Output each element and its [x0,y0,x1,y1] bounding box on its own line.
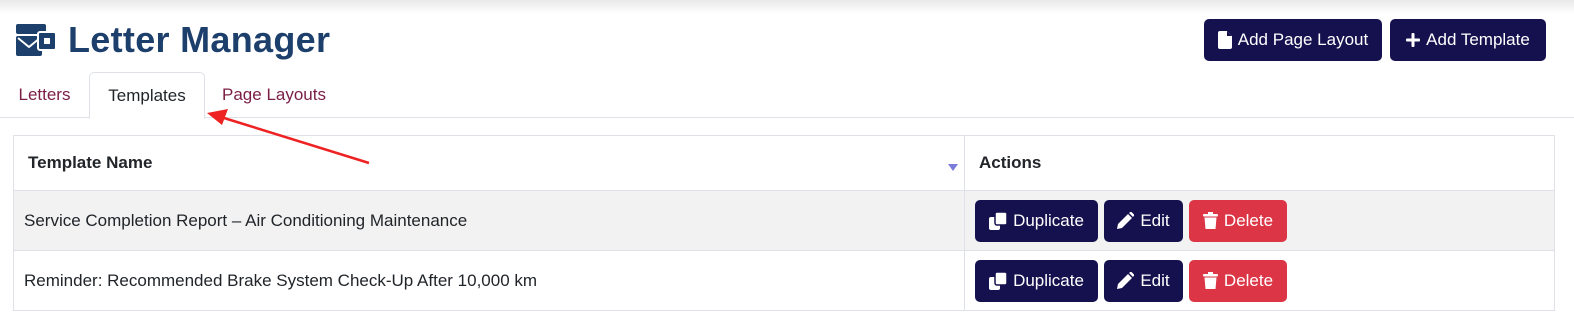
top-actions: Add Page Layout Add Template [1204,19,1546,61]
delete-button[interactable]: Delete [1189,259,1287,302]
edit-button[interactable]: Edit [1104,199,1183,242]
table-row: Reminder: Recommended Brake System Check… [13,250,1555,311]
page-header: Letter Manager [14,18,330,62]
delete-button[interactable]: Delete [1189,199,1287,242]
tab-bar: Letters Templates Page Layouts [0,72,1574,119]
templates-table: Template Name Actions Service Completion… [13,135,1555,311]
tab-page-layouts[interactable]: Page Layouts [205,72,343,118]
add-template-button[interactable]: Add Template [1390,19,1546,61]
top-shadow [0,0,1574,14]
template-name-cell: Reminder: Recommended Brake System Check… [13,250,965,311]
duplicate-button[interactable]: Duplicate [975,199,1098,242]
table-header-row: Template Name Actions [13,135,1555,191]
trash-icon [1202,212,1218,229]
add-page-layout-button[interactable]: Add Page Layout [1204,19,1382,61]
actions-cell: Duplicate Edit Delete [964,250,1555,311]
column-header-actions: Actions [964,135,1555,191]
table-row: Service Completion Report – Air Conditio… [13,190,1555,251]
envelope-stack-icon [16,24,57,56]
page-title: Letter Manager [68,19,331,60]
tab-letters[interactable]: Letters [0,72,89,118]
copy-icon [989,211,1008,230]
pencil-icon [1117,212,1135,229]
trash-icon [1202,272,1218,289]
sort-down-icon[interactable] [948,162,958,172]
duplicate-button[interactable]: Duplicate [975,259,1098,302]
actions-cell: Duplicate Edit Delete [964,190,1555,251]
tab-templates[interactable]: Templates [89,72,205,119]
template-name-cell: Service Completion Report – Air Conditio… [13,190,965,251]
column-header-template-name[interactable]: Template Name [13,135,965,191]
pencil-icon [1117,272,1135,289]
plus-icon [1406,33,1421,47]
copy-icon [989,271,1008,290]
edit-button[interactable]: Edit [1104,259,1183,302]
file-icon [1217,31,1232,49]
